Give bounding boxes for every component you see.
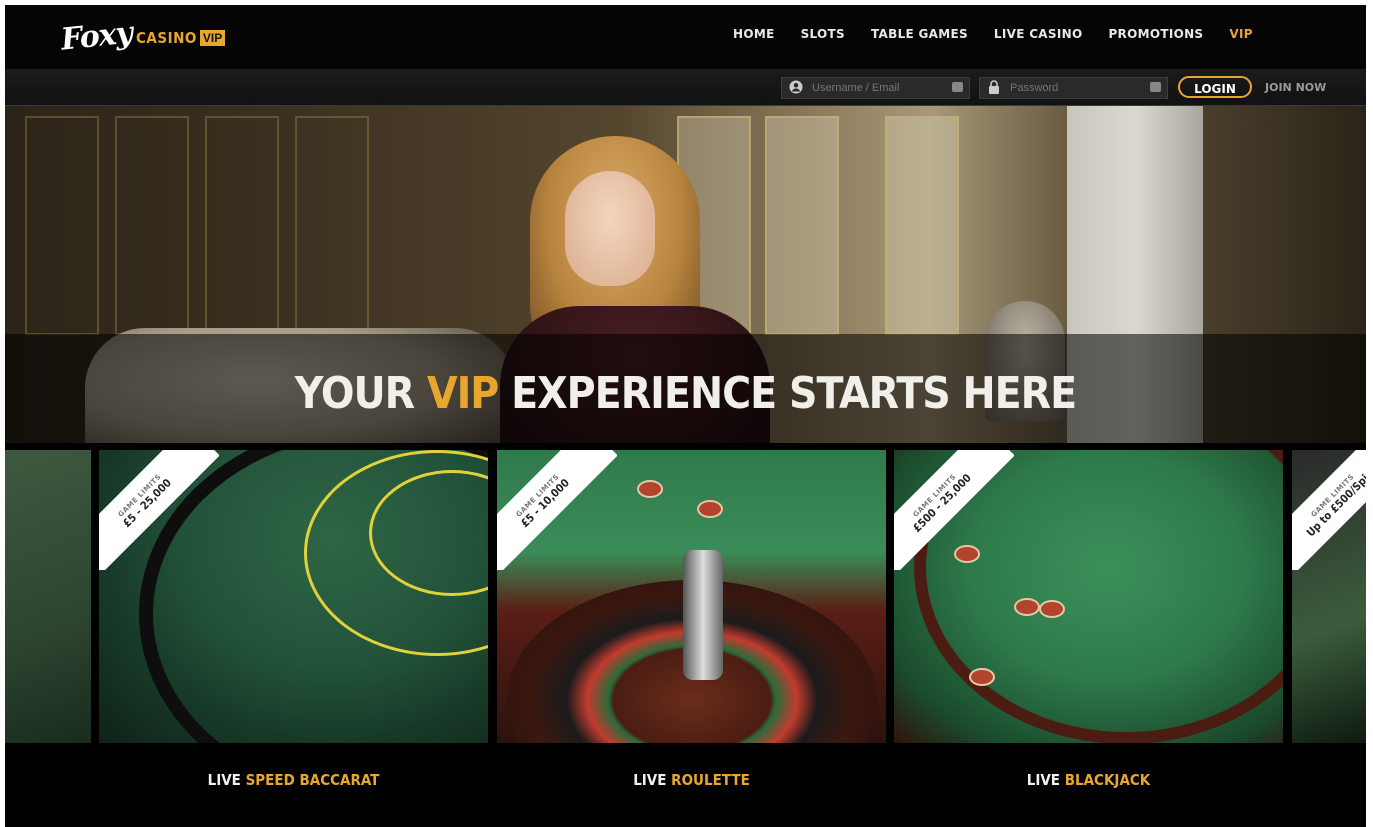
wall-panel xyxy=(885,116,959,335)
top-nav-bar: Foxy CASINO VIP HOME SLOTS TABLE GAMES L… xyxy=(5,5,1366,69)
chip xyxy=(1039,600,1065,618)
wall-panel xyxy=(25,116,99,335)
login-button[interactable]: LOGIN xyxy=(1178,76,1252,98)
join-now-link[interactable]: JOIN NOW xyxy=(1265,81,1326,94)
password-field[interactable] xyxy=(979,77,1168,99)
game-tile-roulette[interactable]: GAME LIMITS £5 - 10,000 xyxy=(497,450,886,743)
logo-casino: CASINO xyxy=(136,29,197,47)
game-labels-row: LIVE SPEED BACCARAT LIVE ROULETTE LIVE B… xyxy=(5,743,1366,827)
label-prefix: LIVE xyxy=(207,771,246,789)
chip xyxy=(1014,598,1040,616)
wall-panel xyxy=(765,116,839,335)
foxy-casino-logo[interactable]: Foxy CASINO VIP xyxy=(59,13,226,59)
nav-vip[interactable]: VIP xyxy=(1229,27,1252,41)
nav-live-casino[interactable]: LIVE CASINO xyxy=(994,27,1083,41)
wall-panel xyxy=(295,116,369,335)
page: Foxy CASINO VIP HOME SLOTS TABLE GAMES L… xyxy=(5,5,1366,827)
lock-icon xyxy=(986,80,1002,96)
chip xyxy=(697,500,723,518)
main-nav: HOME SLOTS TABLE GAMES LIVE CASINO PROMO… xyxy=(733,27,1279,41)
logo-vip-badge: VIP xyxy=(199,30,226,46)
game-tile-partial-left[interactable] xyxy=(5,450,91,743)
nav-promotions[interactable]: PROMOTIONS xyxy=(1108,27,1203,41)
label-prefix: LIVE xyxy=(1026,771,1065,789)
wheel-spindle xyxy=(683,550,723,680)
label-name: BLACKJACK xyxy=(1064,771,1151,789)
wall-panel xyxy=(115,116,189,335)
game-label-speed-baccarat[interactable]: LIVE SPEED BACCARAT xyxy=(99,771,488,789)
nav-home[interactable]: HOME xyxy=(733,27,775,41)
hero-title-highlight: VIP xyxy=(426,368,499,419)
label-prefix: LIVE xyxy=(633,771,672,789)
logo-script: Foxy xyxy=(59,14,134,58)
limit-ribbon: GAME LIMITS £5 - 25,000 xyxy=(99,450,219,570)
wall-panel xyxy=(205,116,279,335)
chip xyxy=(637,480,663,498)
limit-ribbon: GAME LIMITS Up to £500/Spin xyxy=(1292,450,1366,570)
game-label-roulette[interactable]: LIVE ROULETTE xyxy=(497,771,886,789)
limit-value: Up to £500/Spin xyxy=(1303,466,1366,540)
face xyxy=(565,171,655,286)
hero-title-prefix: YOUR xyxy=(294,368,427,419)
game-tile-speed-baccarat[interactable]: GAME LIMITS £5 - 25,000 xyxy=(99,450,488,743)
hero-title: YOUR VIP EXPERIENCE STARTS HERE xyxy=(5,368,1366,419)
chip xyxy=(969,668,995,686)
hero-title-suffix: EXPERIENCE STARTS HERE xyxy=(498,368,1077,419)
limit-ribbon: GAME LIMITS £500 - 25,000 xyxy=(894,450,1014,570)
nav-slots[interactable]: SLOTS xyxy=(801,27,845,41)
label-name: SPEED BACCARAT xyxy=(245,771,380,789)
login-bar: LOGIN JOIN NOW xyxy=(5,69,1366,106)
game-tile-blackjack[interactable]: GAME LIMITS £500 - 25,000 xyxy=(894,450,1283,743)
nav-table-games[interactable]: TABLE GAMES xyxy=(871,27,968,41)
password-input[interactable] xyxy=(1008,81,1132,95)
game-tile-partial-right[interactable]: GAME LIMITS Up to £500/Spin xyxy=(1292,450,1366,743)
keyboard-icon[interactable] xyxy=(1150,82,1161,92)
label-name: ROULETTE xyxy=(671,771,750,789)
user-icon xyxy=(788,80,804,96)
game-label-blackjack[interactable]: LIVE BLACKJACK xyxy=(894,771,1283,789)
keyboard-icon[interactable] xyxy=(952,82,963,92)
username-field[interactable] xyxy=(781,77,970,99)
limit-ribbon: GAME LIMITS £5 - 10,000 xyxy=(497,450,617,570)
hero-banner[interactable]: YOUR VIP EXPERIENCE STARTS HERE xyxy=(5,106,1366,443)
username-input[interactable] xyxy=(810,81,934,95)
